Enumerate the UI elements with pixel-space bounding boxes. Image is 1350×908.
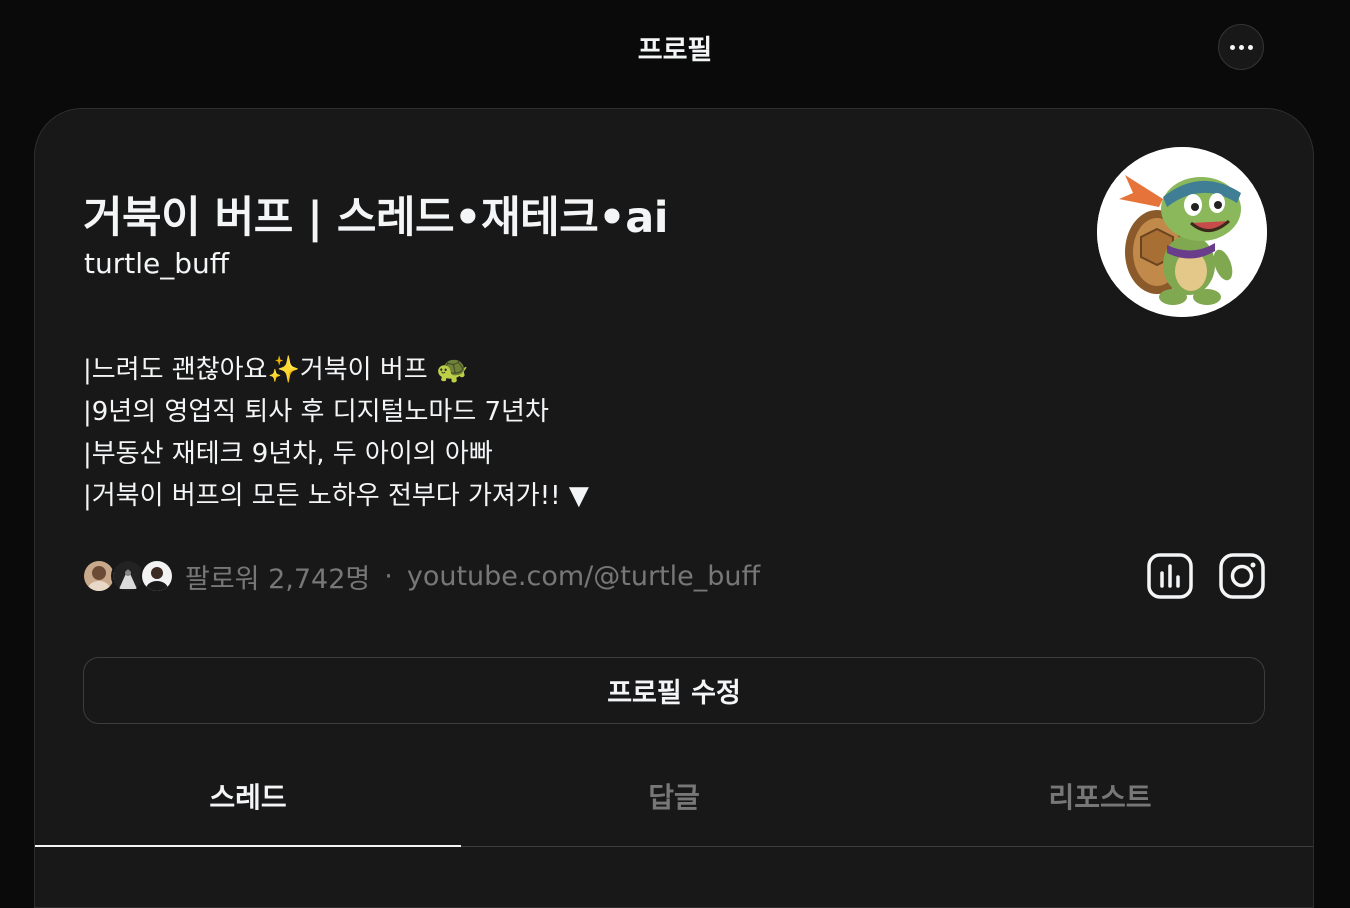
bio-line: |9년의 영업직 퇴사 후 디지털노마드 7년차 (83, 397, 549, 427)
profile-meta-row: 팔로워 2,742명 · youtube.com/@turtle_buff (82, 557, 760, 596)
profile-avatar[interactable] (1097, 147, 1267, 317)
profile-link[interactable]: youtube.com/@turtle_buff (407, 561, 760, 592)
tab-threads[interactable]: 스레드 (35, 764, 461, 847)
follower-avatars[interactable] (82, 559, 174, 593)
edit-profile-button[interactable]: 프로필 수정 (83, 657, 1265, 724)
more-horizontal-icon (1229, 44, 1253, 50)
profile-username: turtle_buff (84, 247, 230, 280)
bio-line: |거북이 버프의 모든 노하우 전부다 가져가!! ▼ (83, 481, 589, 511)
followers-count[interactable]: 팔로워 2,742명 (185, 557, 370, 596)
profile-card: 거북이 버프 | 스레드•재테크•ai turtle_buff |느려도 괜찮아… (34, 108, 1314, 908)
bio-line: |부동산 재테크 9년차, 두 아이의 아빠 (83, 439, 493, 469)
follower-avatar (140, 559, 174, 593)
meta-separator: · (384, 560, 393, 592)
insights-button[interactable] (1147, 553, 1193, 599)
bio-line: |느려도 괜찮아요✨거북이 버프 🐢 (83, 355, 469, 385)
profile-display-name: 거북이 버프 | 스레드•재테크•ai (83, 193, 669, 243)
tab-reposts[interactable]: 리포스트 (887, 764, 1313, 846)
top-bar: 프로필 (0, 0, 1350, 96)
page-title: 프로필 (637, 35, 713, 66)
profile-bio: |느려도 괜찮아요✨거북이 버프 🐢 |9년의 영업직 퇴사 후 디지털노마드 … (83, 349, 589, 517)
insights-bar-chart-icon (1147, 553, 1193, 599)
profile-tabs: 스레드 답글 리포스트 (35, 764, 1313, 847)
more-options-button[interactable] (1218, 24, 1264, 70)
instagram-icon (1219, 553, 1265, 599)
tab-replies[interactable]: 답글 (461, 764, 887, 846)
turtle-avatar-icon (1097, 147, 1267, 317)
instagram-button[interactable] (1219, 553, 1265, 599)
